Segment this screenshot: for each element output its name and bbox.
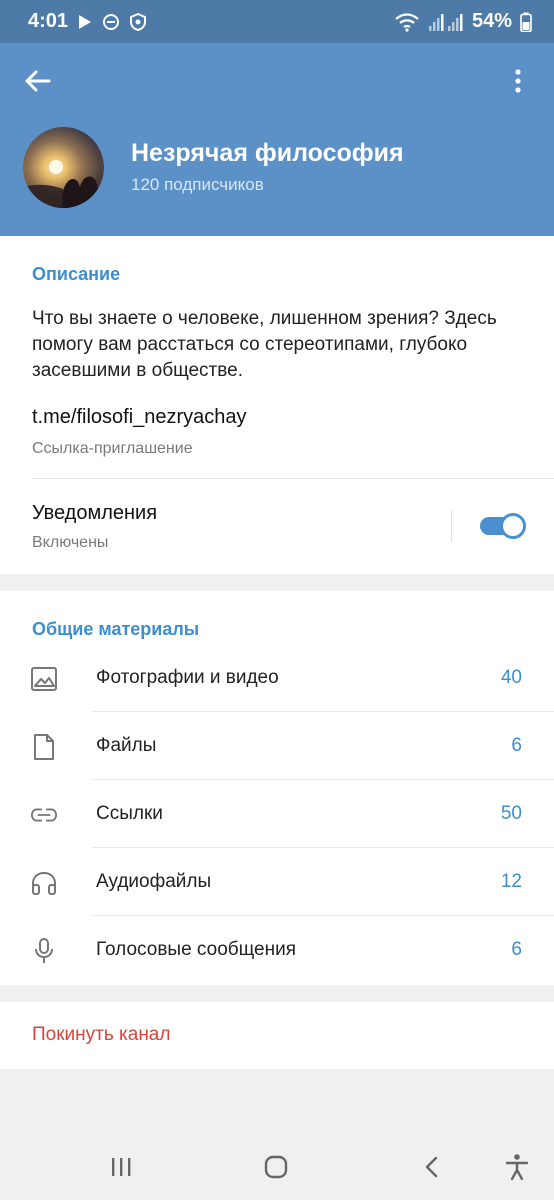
vertical-separator — [451, 510, 452, 542]
media-row-count: 6 — [511, 735, 522, 756]
media-row-photos[interactable]: Фотографии и видео 40 — [0, 644, 554, 712]
shield-icon — [130, 12, 147, 31]
signal-icon — [428, 12, 464, 32]
more-menu-button[interactable] — [500, 63, 536, 99]
status-left: 4:01 — [28, 10, 147, 33]
toggle-knob — [500, 513, 526, 539]
more-vert-icon — [515, 69, 521, 93]
accessibility-button[interactable] — [502, 1152, 532, 1182]
status-bar: 4:01 54% — [0, 0, 554, 43]
recent-apps-button[interactable] — [106, 1152, 136, 1182]
back-arrow-icon — [25, 70, 51, 92]
notifications-toggle[interactable] — [480, 513, 526, 539]
channel-title: Незрячая философия — [131, 139, 404, 167]
back-chevron-icon — [425, 1156, 438, 1178]
shared-media-title: Общие материалы — [32, 619, 200, 639]
media-row-files[interactable]: Файлы 6 — [0, 712, 554, 780]
media-row-audio[interactable]: Аудиофайлы 12 — [0, 848, 554, 916]
back-button[interactable] — [20, 63, 56, 99]
recent-apps-icon — [112, 1158, 131, 1176]
home-icon — [264, 1155, 288, 1179]
leave-channel-button[interactable]: Покинуть канал — [32, 1024, 170, 1046]
media-row-count: 12 — [500, 871, 522, 892]
accessibility-icon — [505, 1154, 529, 1181]
media-row-links[interactable]: Ссылки 50 — [0, 780, 554, 848]
media-row-count: 6 — [511, 939, 522, 960]
battery-percent: 54% — [471, 10, 512, 32]
media-row-count: 50 — [500, 803, 522, 824]
notifications-status: Включены — [32, 534, 109, 551]
channel-avatar[interactable] — [23, 127, 104, 208]
wifi-icon — [394, 12, 420, 32]
channel-info-section: Описание Что вы знаете о человеке, лишен… — [0, 236, 554, 574]
play-icon — [78, 14, 92, 30]
subscriber-count: 120 подписчиков — [131, 175, 264, 194]
battery-icon — [520, 12, 532, 32]
media-row-label: Аудиофайлы — [96, 871, 212, 892]
media-row-label: Голосовые сообщения — [96, 939, 297, 960]
media-row-label: Ссылки — [96, 803, 163, 824]
media-row-voice[interactable]: Голосовые сообщения 6 — [0, 916, 554, 984]
media-row-label: Фотографии и видео — [96, 667, 279, 688]
home-button[interactable] — [261, 1152, 291, 1182]
link-icon — [30, 801, 58, 829]
divider — [32, 478, 554, 479]
file-icon — [30, 733, 58, 761]
description-title: Описание — [32, 264, 121, 284]
system-nav-bar — [0, 1130, 554, 1200]
dnd-icon — [102, 13, 120, 31]
back-nav-button[interactable] — [416, 1152, 446, 1182]
leave-section: Покинуть канал — [0, 1002, 554, 1069]
status-time: 4:01 — [28, 10, 69, 32]
media-row-label: Файлы — [96, 735, 157, 756]
media-row-count: 40 — [500, 667, 522, 688]
shared-media-section: Общие материалы Фотографии и видео 40 Фа… — [0, 591, 554, 985]
headphones-icon — [30, 869, 58, 897]
microphone-icon — [30, 937, 58, 965]
photo-icon — [30, 665, 58, 693]
invite-link-caption: Ссылка-приглашение — [32, 440, 193, 457]
description-text: Что вы знаете о человеке, лишенном зрени… — [32, 308, 497, 381]
notifications-title[interactable]: Уведомления — [32, 502, 157, 525]
status-right: 54% — [394, 10, 532, 33]
invite-link[interactable]: t.me/filosofi_nezryachay — [32, 406, 247, 429]
channel-header: Незрячая философия 120 подписчиков — [0, 43, 554, 236]
